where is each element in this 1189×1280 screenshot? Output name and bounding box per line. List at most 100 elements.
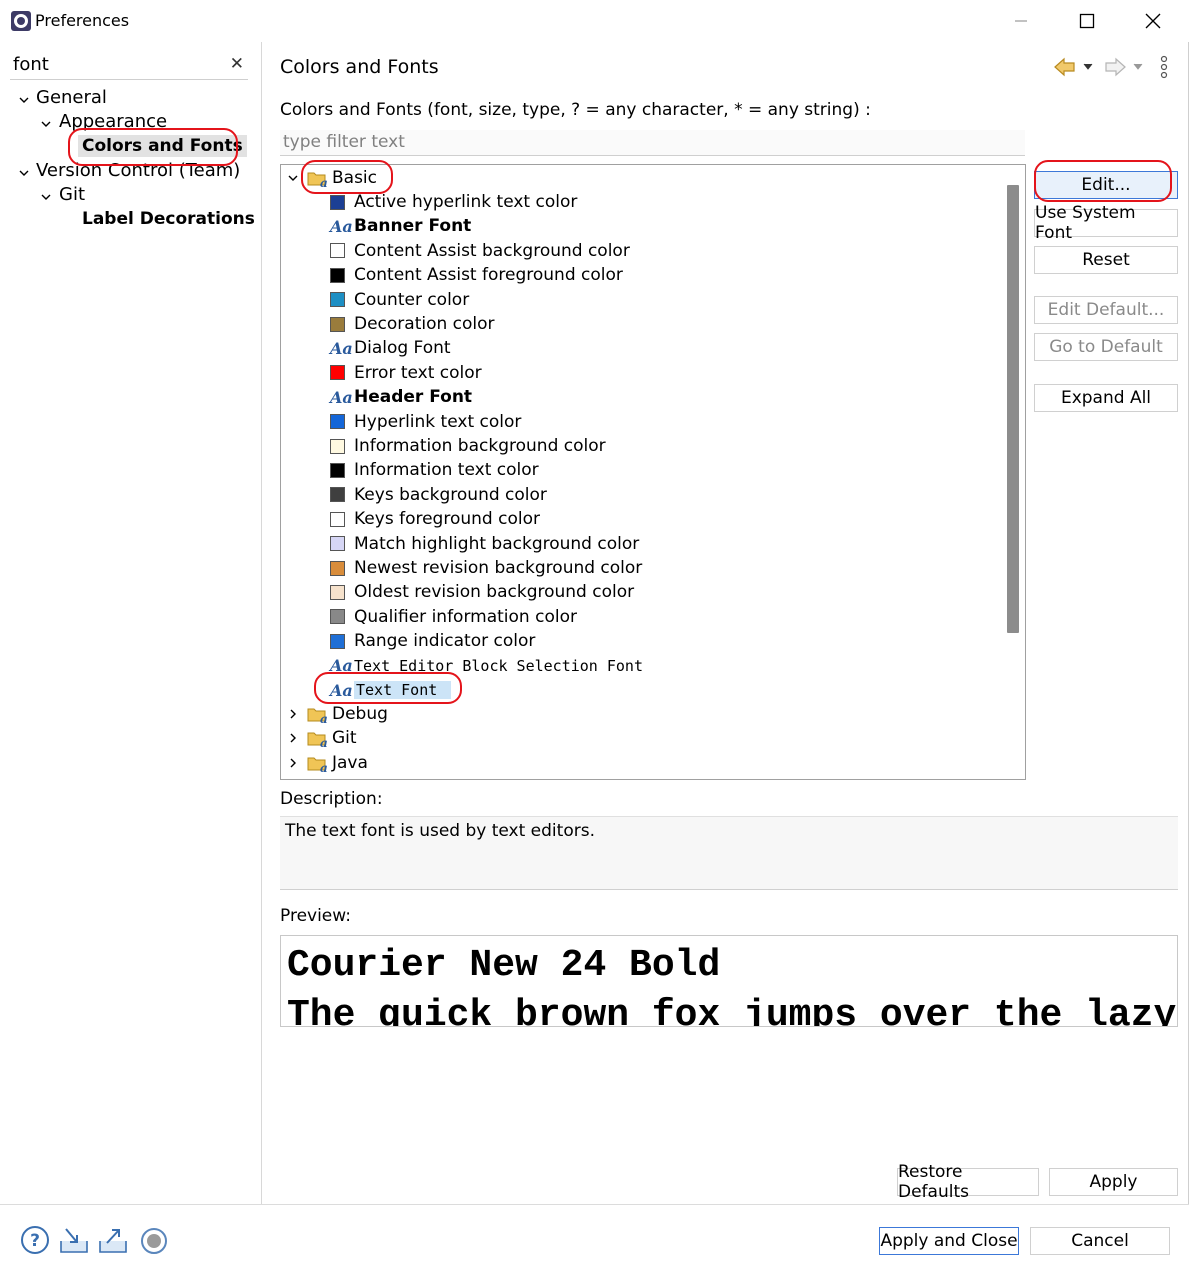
record-icon[interactable] (139, 1226, 169, 1256)
maximize-button[interactable] (1054, 0, 1120, 42)
tree-item-label: Header Font (354, 387, 473, 408)
tree-category-debug[interactable]: a Debug (287, 702, 388, 726)
bottom-bar: ? Apply and Close Cancel (0, 1204, 1189, 1280)
more-options-icon[interactable] (1158, 55, 1170, 79)
tree-item-label: Dialog Font (354, 338, 451, 359)
tree-item[interactable]: Information background color (330, 434, 606, 458)
eclipse-app-icon (11, 11, 31, 31)
color-swatch-icon (330, 267, 345, 283)
tree-item[interactable]: Hyperlink text color (330, 410, 521, 434)
back-arrow-icon[interactable] (1052, 54, 1098, 80)
svg-text:a: a (320, 736, 327, 748)
cancel-button[interactable]: Cancel (1030, 1227, 1170, 1255)
tree-item[interactable]: Error text color (330, 361, 482, 385)
color-swatch-icon (330, 365, 345, 381)
forward-arrow-icon[interactable] (1102, 54, 1148, 80)
tree-item[interactable]: Oldest revision background color (330, 580, 634, 604)
font-icon: Aa (330, 338, 353, 358)
annotation-circle (314, 672, 462, 704)
help-icon[interactable]: ? (20, 1225, 50, 1255)
nav-item-git[interactable]: Git (59, 184, 85, 205)
tree-category-git[interactable]: a Git (287, 726, 357, 750)
tree-item-label: Keys background color (354, 484, 547, 505)
color-swatch-icon (330, 511, 345, 527)
preference-tree-pane: font ✕ General Appearance Colors and Fon… (0, 42, 262, 1204)
export-icon[interactable] (97, 1225, 129, 1255)
edit-default-button[interactable]: Edit Default... (1034, 296, 1178, 324)
clear-filter-icon[interactable]: ✕ (230, 54, 244, 74)
restore-defaults-button[interactable]: Restore Defaults (897, 1162, 1039, 1202)
tree-filter-input[interactable]: type filter text (280, 130, 1025, 156)
go-to-default-button[interactable]: Go to Default (1034, 333, 1178, 361)
tree-item[interactable]: Qualifier information color (330, 605, 577, 629)
tree-item-label: Match highlight background color (354, 533, 640, 554)
preview-box: Courier New 24 Bold The quick brown fox … (280, 935, 1178, 1027)
tree-item-label: Qualifier information color (354, 606, 577, 627)
tree-item-label: Keys foreground color (354, 509, 540, 530)
chevron-down-icon[interactable] (18, 94, 30, 106)
preview-label: Preview: (280, 906, 351, 926)
tree-item-label: Content Assist background color (354, 240, 630, 261)
annotation-circle (68, 128, 238, 166)
tree-item[interactable]: Aa Banner Font (330, 214, 471, 238)
nav-item-label-decorations[interactable]: Label Decorations (82, 209, 255, 229)
expand-all-button[interactable]: Expand All (1034, 384, 1178, 412)
instructions-label: Colors and Fonts (font, size, type, ? = … (280, 100, 871, 120)
tree-item[interactable]: Aa Header Font (330, 385, 472, 409)
chevron-down-icon[interactable] (40, 118, 52, 130)
tree-category-java[interactable]: a Java (287, 751, 368, 775)
tree-item-label: Oldest revision background color (354, 582, 635, 603)
reset-button[interactable]: Reset (1034, 246, 1178, 274)
nav-filter-input[interactable]: font ✕ (10, 52, 248, 80)
tree-item-label: Information text color (354, 460, 539, 481)
tree-item[interactable]: Counter color (330, 288, 469, 312)
tree-category-label: Java (332, 752, 368, 773)
tree-item[interactable]: Match highlight background color (330, 532, 639, 556)
tree-scrollbar[interactable] (1007, 185, 1019, 633)
chevron-right-icon[interactable] (287, 708, 299, 720)
tree-item[interactable]: Decoration color (330, 312, 495, 336)
minimize-icon (1015, 20, 1027, 22)
tree-filter-placeholder: type filter text (283, 132, 405, 152)
description-text: The text font is used by text editors. (285, 821, 595, 841)
chevron-down-icon[interactable] (18, 167, 30, 179)
tree-item-label: Hyperlink text color (354, 411, 522, 432)
tree-item[interactable]: Newest revision background color (330, 556, 642, 580)
color-swatch-icon (330, 560, 345, 576)
preview-line-2: The quick brown fox jumps over the lazy … (287, 994, 1177, 1027)
preview-line-1: Courier New 24 Bold (287, 944, 721, 987)
window-title: Preferences (35, 11, 130, 30)
color-swatch-icon (330, 609, 345, 625)
chevron-right-icon[interactable] (287, 732, 299, 744)
apply-and-close-button[interactable]: Apply and Close (879, 1227, 1019, 1255)
chevron-down-icon[interactable] (287, 172, 299, 184)
apply-button[interactable]: Apply (1049, 1168, 1178, 1196)
tree-item-label: Error text color (354, 362, 482, 383)
close-button[interactable] (1120, 0, 1186, 42)
tree-item-label: Newest revision background color (354, 558, 643, 578)
nav-item-general[interactable]: General (36, 87, 107, 108)
svg-text:a: a (320, 761, 327, 773)
chevron-right-icon[interactable] (287, 757, 299, 769)
color-swatch-icon (330, 243, 345, 259)
folder-icon: a (307, 708, 327, 724)
tree-item[interactable]: Information text color (330, 458, 539, 482)
tree-item[interactable]: Keys foreground color (330, 507, 540, 531)
color-swatch-icon (330, 462, 345, 478)
tree-item[interactable]: Aa Dialog Font (330, 336, 451, 360)
svg-text:a: a (320, 712, 327, 724)
import-icon[interactable] (58, 1225, 90, 1255)
description-label: Description: (280, 789, 383, 809)
minimize-button[interactable] (988, 0, 1054, 42)
tree-item[interactable]: Content Assist foreground color (330, 263, 623, 287)
maximize-icon (1079, 13, 1095, 29)
tree-item[interactable]: Range indicator color (330, 629, 535, 653)
color-swatch-icon (330, 536, 345, 552)
nav-filter-value: font (13, 54, 49, 75)
use-system-font-button[interactable]: Use System Font (1034, 203, 1178, 243)
tree-item[interactable]: Keys background color (330, 483, 547, 507)
tree-item-label: Counter color (354, 289, 470, 310)
tree-item-label: Content Assist foreground color (354, 265, 623, 286)
tree-item[interactable]: Content Assist background color (330, 239, 630, 263)
chevron-down-icon[interactable] (40, 191, 52, 203)
